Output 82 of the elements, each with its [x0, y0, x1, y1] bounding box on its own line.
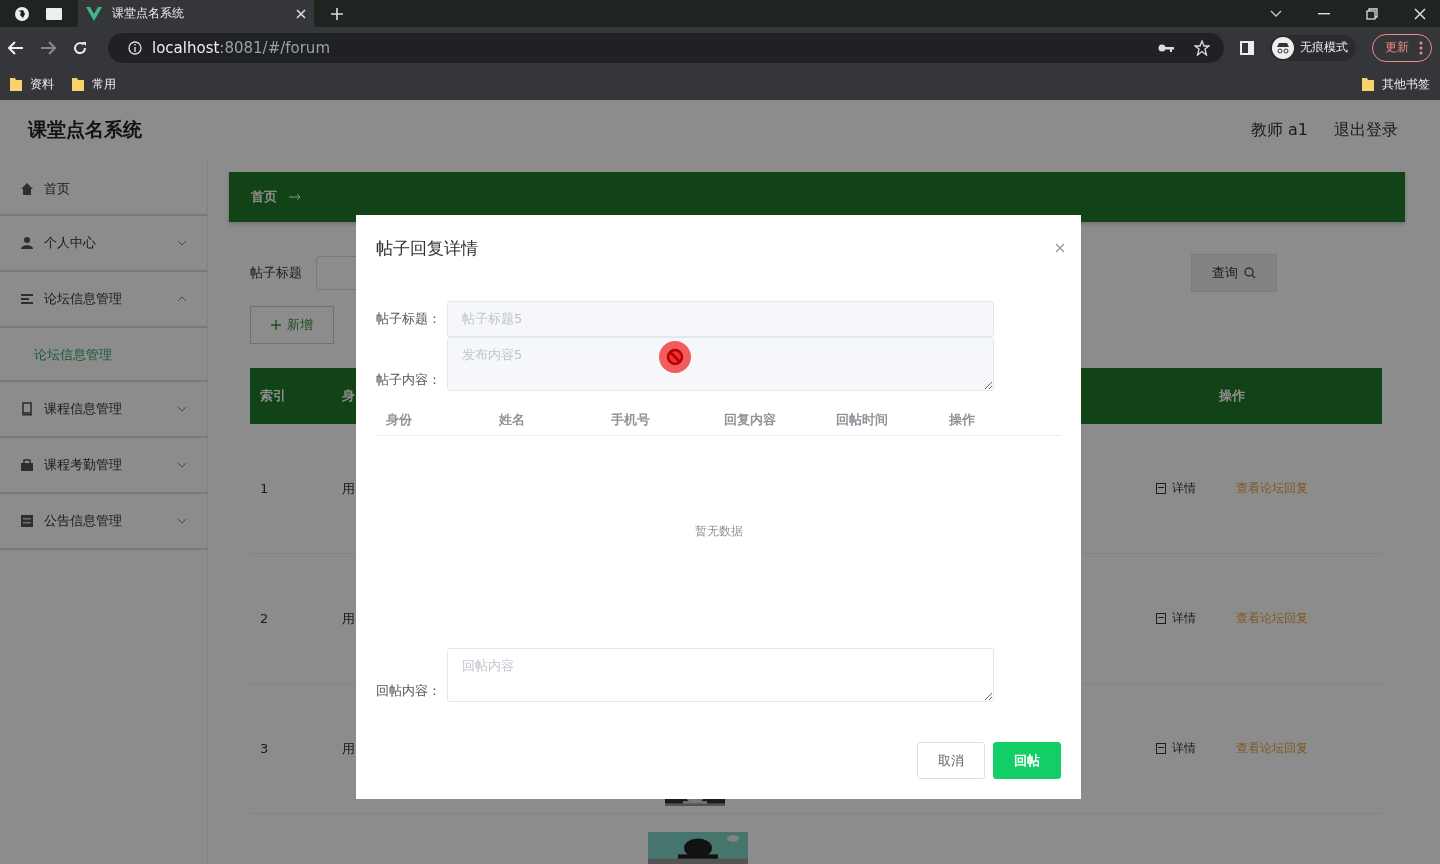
home-icon	[20, 182, 34, 196]
breadcrumb-link[interactable]: 首页	[251, 188, 277, 206]
bookmark[interactable]: 常用	[72, 75, 116, 93]
add-button[interactable]: 新增	[250, 306, 334, 344]
url-text: localhost:8081/#/forum	[152, 38, 330, 57]
arrow-right-icon	[289, 193, 301, 201]
folder-icon	[1362, 77, 1374, 91]
folder-icon	[72, 77, 84, 91]
column-header: 回复内容	[723, 411, 777, 429]
search-label: 帖子标题	[250, 264, 302, 282]
document-icon	[1156, 483, 1166, 494]
person-icon	[20, 236, 34, 250]
browser-tab[interactable]: 课堂点名系统	[78, 0, 314, 27]
menu-item[interactable]: 论坛信息管理	[0, 272, 207, 328]
tab-title: 课堂点名系统	[112, 5, 185, 22]
window-icon	[46, 7, 62, 20]
plus-icon	[271, 320, 281, 330]
restore-icon	[1366, 7, 1378, 20]
user-name: 教师 a1	[1250, 119, 1308, 141]
document-icon	[1156, 743, 1166, 754]
incognito-label: 无痕模式	[1300, 39, 1348, 56]
forward-arrow-icon	[40, 40, 56, 55]
menu-item[interactable]: 首页	[0, 164, 207, 216]
column-header: 身	[341, 387, 356, 405]
list-icon	[20, 292, 34, 306]
key-icon	[1158, 42, 1174, 53]
no-entry-icon	[659, 341, 691, 373]
document-icon	[1156, 613, 1166, 624]
field-label: 帖子内容：	[376, 371, 442, 389]
details-link[interactable]: 详情	[1156, 610, 1196, 627]
calendar-icon	[20, 514, 34, 528]
column-header: 身份	[386, 411, 413, 429]
briefcase-icon	[20, 458, 34, 472]
column-header: 操作	[948, 411, 976, 429]
back-arrow-icon	[8, 40, 24, 55]
details-link[interactable]: 详情	[1156, 480, 1196, 497]
close-icon	[1414, 7, 1426, 20]
menu-item[interactable]: 个人中心	[0, 216, 207, 272]
v-logo-icon	[86, 6, 102, 21]
menu-item[interactable]: 公告信息管理	[0, 494, 207, 550]
incognito-icon	[1272, 36, 1294, 59]
table-cell-text: 2	[259, 611, 270, 626]
column-header: 手机号	[611, 411, 651, 429]
column-header: 操作	[1218, 387, 1246, 405]
side-panel-icon	[1240, 40, 1254, 55]
star-icon	[1194, 39, 1210, 56]
dialog-title: 帖子回复详情	[376, 236, 479, 260]
bookmark[interactable]: 其他书签	[1362, 75, 1430, 93]
close-icon	[296, 8, 306, 19]
menu-item[interactable]: 课程信息管理	[0, 382, 207, 438]
address-bar[interactable]: localhost:8081/#/forum	[108, 32, 1224, 63]
reload-icon	[72, 39, 88, 56]
column-header: 索引	[259, 387, 287, 405]
globe-icon	[14, 5, 30, 22]
plus-icon	[330, 6, 344, 21]
column-header: 回帖时间	[836, 411, 889, 429]
search-icon	[1244, 267, 1256, 279]
table-cell-text: 1	[259, 481, 270, 496]
menu-item[interactable]: 课程考勤管理	[0, 438, 207, 494]
minimize-icon	[1318, 12, 1330, 15]
incognito-chip[interactable]: 无痕模式	[1270, 34, 1356, 61]
app-title: 课堂点名系统	[28, 117, 142, 142]
document-icon	[20, 402, 34, 416]
info-icon	[128, 40, 142, 55]
field-label: 帖子标题：	[376, 310, 442, 328]
table-cell-text: 用	[341, 739, 356, 758]
folder-icon	[10, 77, 22, 91]
close-icon	[1055, 243, 1065, 253]
table-cell-text: 3	[259, 741, 270, 756]
query-button[interactable]: 查询	[1191, 254, 1277, 292]
table-cell-text: 用	[341, 609, 356, 628]
bookmark[interactable]: 资料	[10, 75, 54, 93]
chevron-down-icon	[1270, 9, 1282, 18]
details-link[interactable]: 详情	[1156, 740, 1196, 757]
logout-link[interactable]: 退出登录	[1334, 119, 1398, 141]
close-button[interactable]	[1053, 241, 1067, 255]
column-header: 姓名	[498, 411, 526, 429]
more-icon	[1419, 40, 1423, 55]
empty-message: 暂无数据	[694, 522, 743, 540]
field-label: 回帖内容：	[376, 682, 442, 700]
cancel-button[interactable]: 取消	[917, 742, 985, 779]
table-cell-text: 用	[341, 479, 356, 498]
